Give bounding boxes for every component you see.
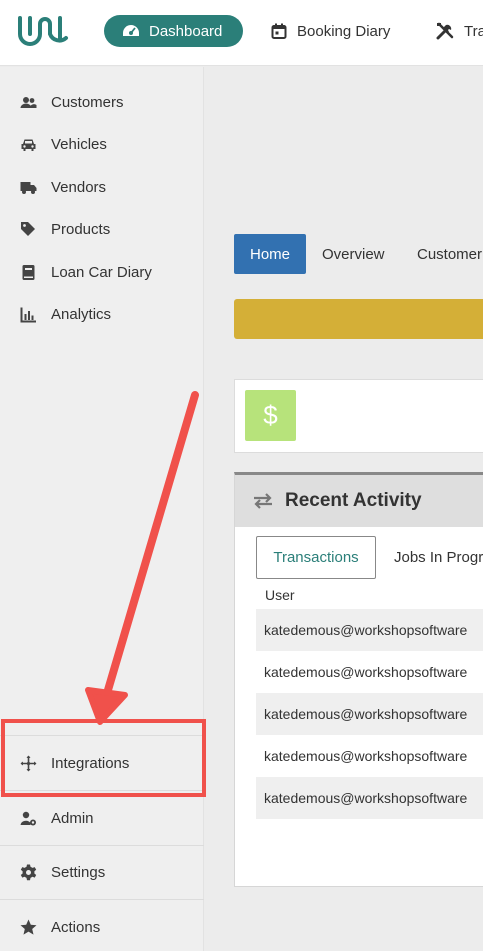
- user-gear-icon: [20, 811, 36, 825]
- sidebar-item-settings[interactable]: Settings: [0, 851, 204, 893]
- sidebar-item-label: Products: [51, 220, 111, 238]
- sidebar-item-label: Actions: [51, 918, 101, 936]
- table-row[interactable]: katedemous@workshopsoftware: [256, 777, 483, 819]
- row-user: katedemous@workshopsoftware: [264, 664, 468, 680]
- exchange-icon: [254, 493, 272, 509]
- nav-dashboard-button[interactable]: Dashboard: [104, 15, 243, 47]
- tab-jobs-in-progress[interactable]: Jobs In Progr: [394, 536, 483, 579]
- sidebar-item-vehicles[interactable]: Vehicles: [0, 123, 204, 165]
- sidebar-item-products[interactable]: Products: [0, 208, 204, 250]
- nav-tools[interactable]: Tra: [436, 15, 483, 47]
- car-icon: [21, 139, 36, 151]
- sidebar-item-label: Admin: [51, 809, 94, 827]
- row-user: katedemous@workshopsoftware: [264, 790, 468, 806]
- sidebar-item-label: Analytics: [51, 305, 112, 323]
- sidebar-item-analytics[interactable]: Analytics: [0, 293, 204, 335]
- users-icon: [20, 96, 37, 108]
- column-header-user: User: [265, 587, 295, 603]
- tab-overview-label: Overview: [322, 245, 385, 263]
- star-icon: [20, 919, 37, 935]
- row-user: katedemous@workshopsoftware: [264, 748, 468, 764]
- tags-icon: [21, 221, 35, 236]
- sidebar-item-label: Customers: [51, 93, 124, 111]
- sidebar-item-label: Settings: [51, 863, 106, 881]
- stat-card: $: [234, 379, 483, 453]
- gauge-icon: [123, 25, 139, 36]
- truck-icon: [20, 181, 37, 194]
- sidebar-item-actions[interactable]: Actions: [0, 906, 204, 948]
- recent-activity-panel: Recent Activity Transactions Jobs In Pro…: [234, 472, 483, 887]
- sidebar-item-label: Vehicles: [51, 135, 107, 153]
- nav-booking-diary-label: Booking Diary: [297, 22, 391, 40]
- top-navbar: Dashboard Booking Diary Tra: [0, 0, 483, 66]
- dollar-symbol: $: [263, 400, 278, 430]
- sidebar-item-label: Loan Car Diary: [51, 263, 152, 281]
- table-row[interactable]: katedemous@workshopsoftware: [256, 609, 483, 651]
- nav-tools-label: Tra: [464, 22, 483, 40]
- bar-chart-icon: [20, 307, 36, 322]
- book-icon: [22, 264, 35, 280]
- tab-jobs-label: Jobs In Progr: [394, 549, 483, 566]
- tab-home[interactable]: Home: [234, 234, 306, 274]
- tab-customer-label: Customer: [417, 245, 483, 263]
- tab-customer[interactable]: Customer: [417, 234, 482, 274]
- tab-overview[interactable]: Overview: [322, 234, 385, 274]
- integrations-highlight-box: [1, 719, 206, 797]
- sidebar-divider: [0, 845, 204, 846]
- tools-icon: [436, 22, 454, 40]
- sidebar-item-customers[interactable]: Customers: [0, 81, 204, 123]
- row-user: katedemous@workshopsoftware: [264, 706, 468, 722]
- row-user: katedemous@workshopsoftware: [264, 622, 468, 638]
- alert-banner: [234, 299, 483, 339]
- sidebar-divider: [0, 899, 204, 900]
- sidebar-item-vendors[interactable]: Vendors: [0, 166, 204, 208]
- dollar-icon: $: [245, 390, 296, 441]
- gear-icon: [20, 864, 37, 880]
- nav-booking-diary[interactable]: Booking Diary: [271, 15, 390, 47]
- sidebar-item-admin[interactable]: Admin: [0, 797, 204, 839]
- calendar-icon: [271, 23, 287, 39]
- main-content: Home Overview Customer $ Recent Activity…: [205, 67, 483, 951]
- table-row[interactable]: katedemous@workshopsoftware: [256, 651, 483, 693]
- table-row[interactable]: katedemous@workshopsoftware: [256, 693, 483, 735]
- sidebar-item-label: Vendors: [51, 178, 107, 196]
- recent-activity-title: Recent Activity: [285, 490, 422, 511]
- sidebar: Customers Vehicles Vendors Products Loan…: [0, 67, 204, 951]
- logo-icon[interactable]: [16, 12, 70, 50]
- tab-home-label: Home: [249, 245, 290, 263]
- recent-activity-header: Recent Activity: [235, 475, 483, 527]
- tab-transactions[interactable]: Transactions: [256, 536, 376, 579]
- nav-dashboard-label: Dashboard: [149, 22, 223, 40]
- tab-transactions-label: Transactions: [273, 549, 359, 566]
- sidebar-item-loan-car-diary[interactable]: Loan Car Diary: [0, 251, 204, 293]
- table-row[interactable]: katedemous@workshopsoftware: [256, 735, 483, 777]
